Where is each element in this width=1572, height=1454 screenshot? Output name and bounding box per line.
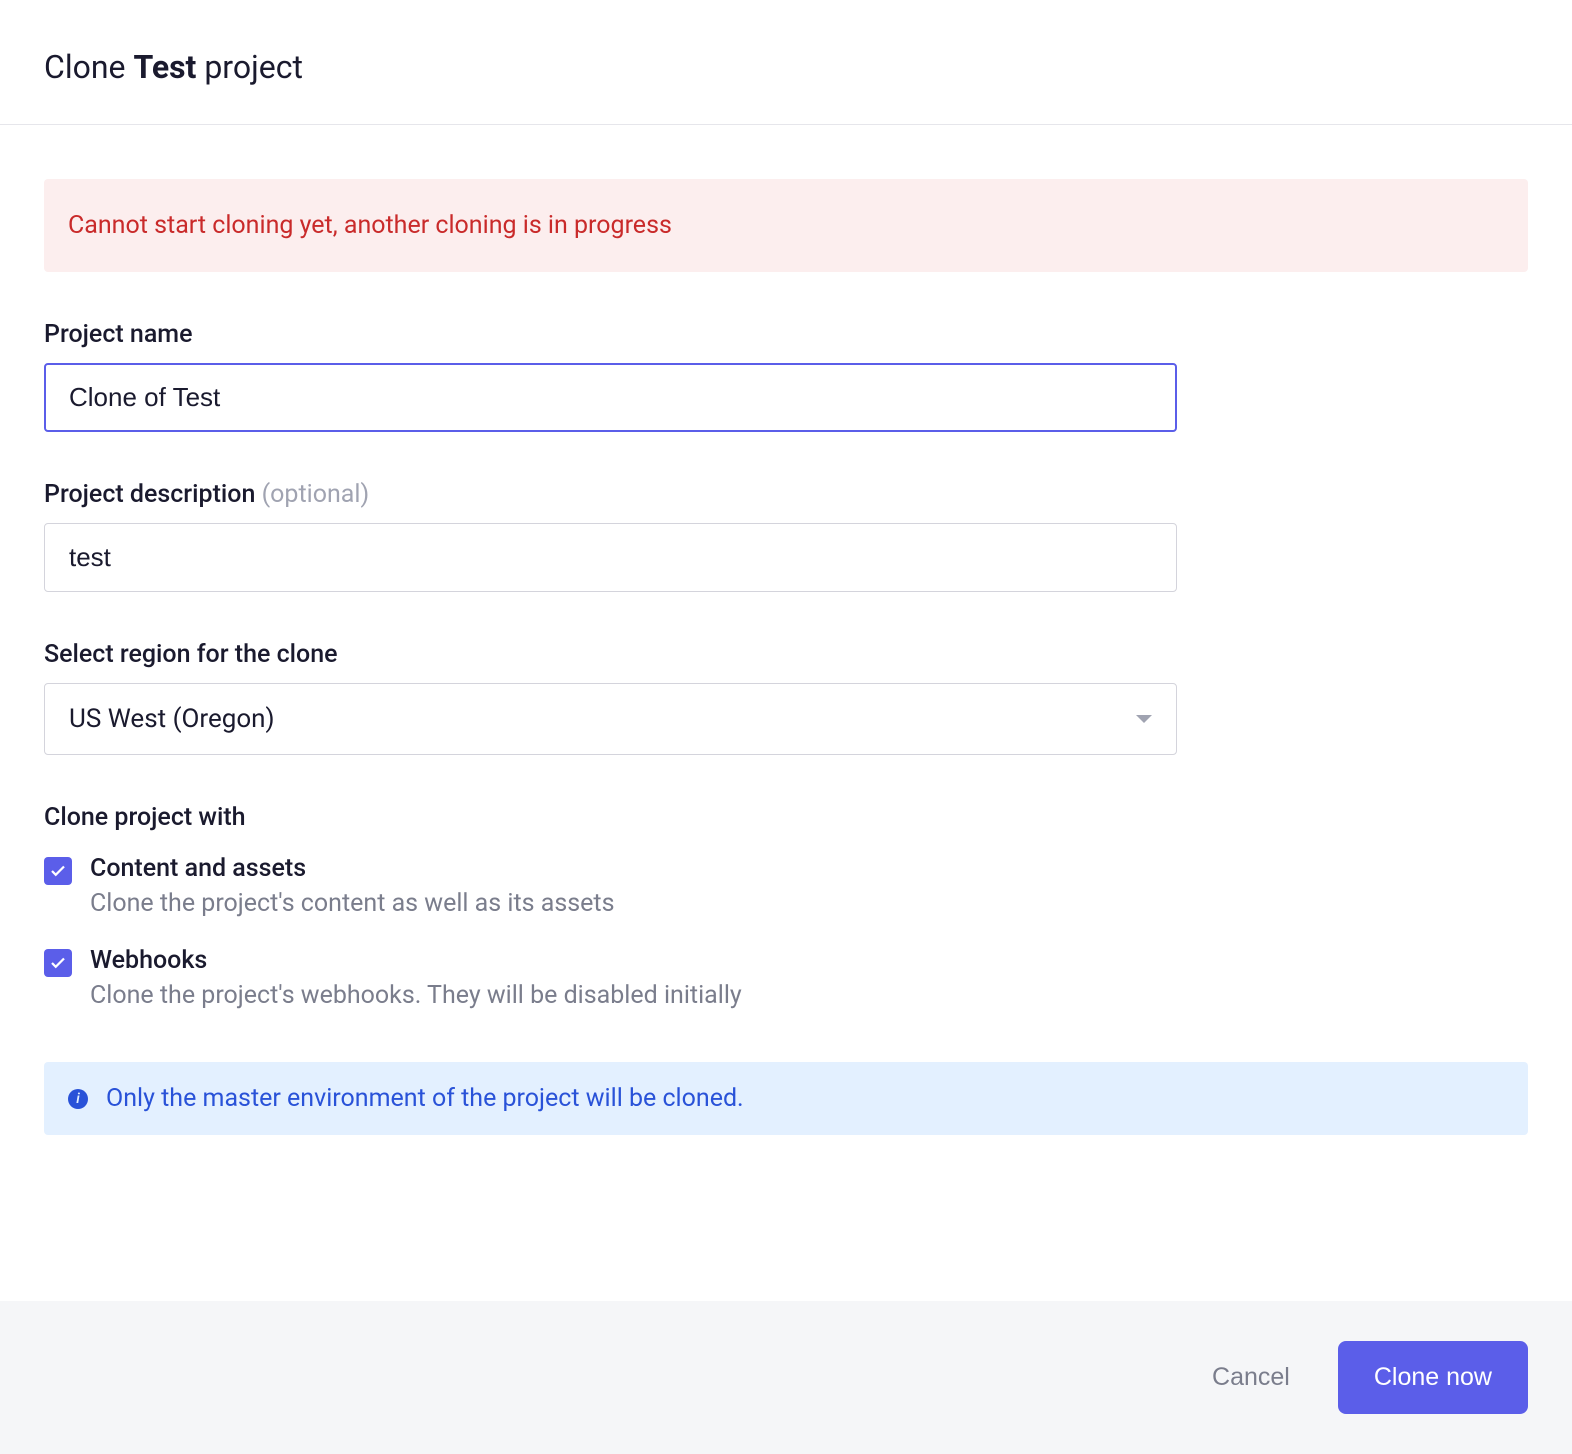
checkbox-content: Content and assets Clone the project's c…: [90, 854, 1528, 918]
error-alert: Cannot start cloning yet, another clonin…: [44, 179, 1528, 272]
project-description-label: Project description (optional): [44, 480, 1528, 509]
clone-with-label: Clone project with: [44, 803, 1528, 832]
dialog-header: Clone Test project: [0, 0, 1572, 125]
project-description-group: Project description (optional): [44, 480, 1528, 592]
checkbox-content: Webhooks Clone the project's webhooks. T…: [90, 946, 1528, 1010]
checkbox-description: Clone the project's webhooks. They will …: [90, 981, 1528, 1010]
region-label: Select region for the clone: [44, 640, 1528, 669]
project-description-input[interactable]: [44, 523, 1177, 592]
project-name-group: Project name: [44, 320, 1528, 432]
info-message: Only the master environment of the proje…: [106, 1084, 744, 1113]
checkbox-item-content-assets: Content and assets Clone the project's c…: [44, 854, 1528, 918]
checkbox-content-assets[interactable]: [44, 857, 72, 885]
checkbox-group: Content and assets Clone the project's c…: [44, 854, 1528, 1010]
region-group: Select region for the clone US West (Ore…: [44, 640, 1528, 755]
cancel-button[interactable]: Cancel: [1192, 1345, 1310, 1410]
title-project-name: Test: [133, 48, 196, 86]
project-name-input[interactable]: [44, 363, 1177, 432]
title-suffix: project: [196, 48, 303, 86]
check-icon: [49, 954, 67, 972]
clone-with-group: Clone project with Content and assets Cl…: [44, 803, 1528, 1010]
checkbox-title: Content and assets: [90, 854, 1528, 883]
clone-now-button[interactable]: Clone now: [1338, 1341, 1528, 1414]
checkbox-item-webhooks: Webhooks Clone the project's webhooks. T…: [44, 946, 1528, 1010]
title-prefix: Clone: [44, 48, 133, 86]
optional-indicator: (optional): [262, 480, 370, 509]
project-name-label: Project name: [44, 320, 1528, 349]
checkbox-description: Clone the project's content as well as i…: [90, 889, 1528, 918]
info-icon: i: [68, 1089, 88, 1109]
check-icon: [49, 862, 67, 880]
info-alert: i Only the master environment of the pro…: [44, 1062, 1528, 1135]
dialog-content: Cannot start cloning yet, another clonin…: [0, 125, 1572, 1301]
chevron-down-icon: [1136, 715, 1152, 723]
description-label-text: Project description: [44, 480, 262, 509]
checkbox-title: Webhooks: [90, 946, 1528, 975]
region-value: US West (Oregon): [69, 704, 275, 734]
page-title: Clone Test project: [44, 48, 1528, 86]
dialog-footer: Cancel Clone now: [0, 1301, 1572, 1454]
checkbox-webhooks[interactable]: [44, 949, 72, 977]
region-select[interactable]: US West (Oregon): [44, 683, 1177, 755]
error-message: Cannot start cloning yet, another clonin…: [68, 211, 672, 240]
